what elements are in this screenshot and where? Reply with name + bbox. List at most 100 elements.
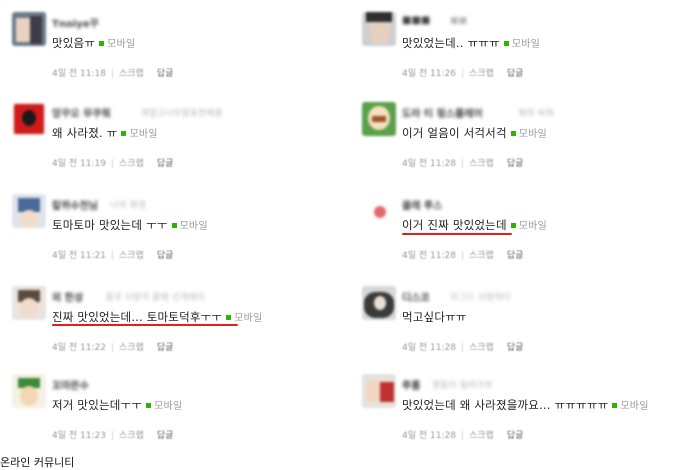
timestamp: 4일 전 11:28 [402,251,456,261]
spacer: | [149,69,152,79]
scrap-link[interactable]: 스크랩 [119,69,144,79]
comment-body: 이거 진짜 맛있었는데 [402,218,507,232]
spacer: | [499,69,502,79]
comment-item: 외 한성 결국 사랑의 끝에 선게제이 진짜 맛있었는데... 토마토덕후ㅜㅜ 모… [0,278,330,358]
spacer: | [499,251,502,261]
reply-link[interactable]: 답글 [507,343,524,353]
timestamp: 4일 전 11:23 [52,431,106,441]
mobile-dot-icon [226,315,232,320]
avatar[interactable] [362,286,396,320]
highlight-underline [52,324,238,326]
scrap-link[interactable]: 스크랩 [469,343,494,353]
mobile-dot-icon [510,131,516,136]
mobile-dot-icon [171,223,177,228]
comment-body: 맛있었는데 왜 사라졌을까요... ㅠㅠㅠㅠㅠ [402,398,609,412]
timestamp: 4일 전 11:18 [52,69,106,79]
comment-item: 앙꾸오 무쿠뭐 개엽고너무잘표현해용 왜 사라졌. ㅠ 모바일 4일 전 11:1… [0,94,330,174]
mobile-label: 모바일 [234,313,263,324]
nickname-subtitle: ■■ [450,16,468,26]
avatar[interactable] [12,374,46,408]
reply-link[interactable]: 답글 [507,159,524,169]
comment-meta: 4일 전 11:22 | 스크랩 | 답글 [52,340,173,353]
spacer: | [499,431,502,441]
reply-link[interactable]: 답글 [157,159,174,169]
avatar[interactable] [362,374,396,408]
mobile-label: 모바일 [518,129,547,140]
scrap-link[interactable]: 스크랩 [119,251,144,261]
timestamp: 4일 전 11:21 [52,251,106,261]
scrap-link[interactable]: 스크랩 [119,343,144,353]
nickname-subtitle: 이그드 사랑하다 [450,293,511,303]
comment-text: 이거 진짜 맛있었는데 모바일 [402,217,547,233]
comment-body: 토마토마 맛있는데 ㅜㅜ [52,218,168,232]
comment-meta: 4일 전 11:18 | 스크랩 | 답글 [52,66,173,79]
reply-link[interactable]: 답글 [507,431,524,441]
avatar[interactable] [12,12,46,46]
divider: | [110,431,114,441]
spacer: | [149,159,152,169]
avatar[interactable] [12,102,46,136]
divider: | [110,343,114,353]
nickname[interactable]: 디스코 [402,289,430,304]
mobile-dot-icon [612,403,618,408]
comment-text: 맛있었는데.. ㅠㅠㅠ 모바일 [402,35,540,51]
mobile-label: 모바일 [511,39,541,50]
avatar[interactable] [12,286,46,320]
comment-meta: 4일 전 11:28 | 스크랩 | 답글 [402,156,523,169]
comment-body: 먹고싶다ㅠㅠ [402,310,467,324]
comment-item: ■■■ ■■ 맛있었는데.. ㅠㅠㅠ 모바일 4일 전 11:26 | 스크랩 | 답글 [350,4,680,84]
nickname[interactable]: 루룸 [402,377,420,392]
spacer: | [149,251,152,261]
avatar[interactable] [362,102,396,136]
nickname-subtitle: 뭐하 씨파 [518,109,554,119]
mobile-label: 모바일 [129,129,158,140]
comment-meta: 4일 전 11:21 | 스크랩 | 답글 [52,248,173,261]
highlight-underline [402,233,512,235]
scrap-link[interactable]: 스크랩 [469,159,494,169]
avatar[interactable] [362,194,396,228]
mobile-dot-icon [510,223,516,228]
nickname[interactable]: 앙꾸오 무쿠뭐 [52,105,111,120]
mobile-label: 모바일 [154,401,183,412]
comment-text: 진짜 맛있었는데... 토마토덕후ㅜㅜ 모바일 [52,309,262,325]
mobile-dot-icon [503,41,509,46]
mobile-badge: 모바일 [503,39,541,50]
scrap-link[interactable]: 스크랩 [469,251,494,261]
nickname[interactable]: 칼퀴수천님 [52,197,98,212]
mobile-dot-icon [121,131,127,136]
divider: | [460,343,464,353]
timestamp: 4일 전 11:28 [402,343,456,353]
nickname[interactable]: 꼬마믄수 [52,377,89,392]
reply-link[interactable]: 답글 [157,251,174,261]
timestamp: 4일 전 11:28 [402,159,456,169]
reply-link[interactable]: 답글 [157,343,174,353]
mobile-badge: 모바일 [171,221,208,232]
mobile-badge: 모바일 [510,129,547,140]
comment-item: 칼퀴수천님 나의 회영 토마토마 맛있는데 ㅜㅜ 모바일 4일 전 11:21 | 스… [0,186,330,266]
nickname[interactable]: 외 한성 [52,289,83,304]
nickname[interactable]: Tnoiye꾸 [52,15,99,30]
nickname[interactable]: 클레 루스 [402,197,442,212]
scrap-link[interactable]: 스크랩 [119,431,144,441]
reply-link[interactable]: 답글 [157,431,174,441]
comment-text: 맛있음ㅠ 모바일 [52,35,135,51]
reply-link[interactable]: 답글 [507,251,524,261]
reply-link[interactable]: 답글 [157,69,174,79]
avatar[interactable] [362,12,396,46]
divider: | [460,69,464,79]
comment-item: 도라 티 핑스플레어 뭐하 씨파 이거 얼음이 서걱서걱 모바일 4일 전 11:… [350,94,680,174]
comment-body: 저거 맛있는데ㅜㅜ [52,398,143,412]
spacer: | [499,159,502,169]
avatar[interactable] [12,194,46,228]
nickname[interactable]: 도라 티 핑스플레어 [402,105,483,120]
nickname[interactable]: ■■■ [402,15,430,27]
spacer: | [499,343,502,353]
scrap-link[interactable]: 스크랩 [469,69,494,79]
divider: | [110,159,114,169]
mobile-badge: 모바일 [510,221,547,232]
reply-link[interactable]: 답글 [507,69,524,79]
mobile-badge: 모바일 [121,129,157,140]
scrap-link[interactable]: 스크랩 [469,431,494,441]
divider: | [460,251,464,261]
scrap-link[interactable]: 스크랩 [119,159,144,169]
